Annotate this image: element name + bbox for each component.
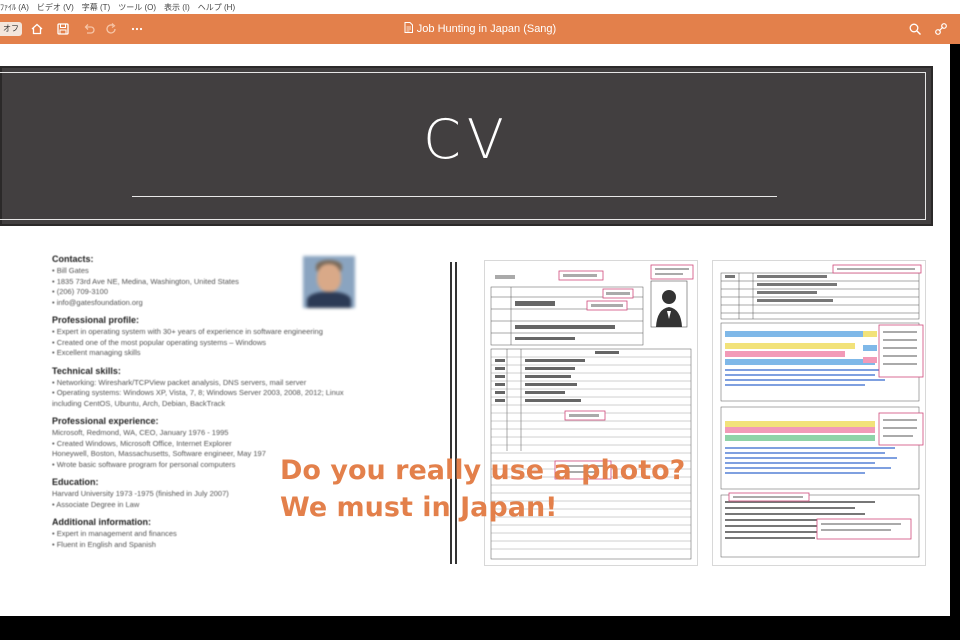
redo-icon[interactable] (100, 18, 122, 40)
cv-section-heading: Technical skills: (52, 365, 121, 376)
document-title: Job Hunting in Japan (Sang) (416, 23, 557, 35)
cv-line: • Expert in operating system with 30+ ye… (52, 327, 323, 336)
cv-line: including CentOS, Ubuntu, Arch, Debian, … (52, 398, 226, 408)
menu-file[interactable]: ﾌｧｲﾙ (A) (0, 2, 29, 13)
cv-line: • Networking: Wireshark/TCPView packet a… (52, 377, 307, 387)
caption-line-2: We must in Japan! (280, 492, 558, 523)
menu-view[interactable]: 表示 (I) (164, 2, 190, 13)
save-icon[interactable] (52, 18, 74, 40)
cv-line: • Fluent in English and Spanish (52, 539, 156, 549)
resume-page2-drawing (720, 264, 924, 558)
slide-caption: Do you really use a photo? We must in Ja… (280, 452, 686, 526)
presentation-slide: CV Contacts: • Bill Gates • 1835 73rd Ave … (0, 44, 950, 616)
cv-line: Microsoft, Redmond, WA, CEO, January 197… (52, 428, 229, 437)
cv-line: • Excellent managing skills (52, 348, 141, 357)
share-icon[interactable] (930, 18, 952, 40)
japanese-resume-form-page2 (712, 260, 926, 566)
cv-line: • Created one of the most popular operat… (52, 337, 266, 347)
undo-icon[interactable] (78, 18, 100, 40)
title-banner: CV (0, 66, 933, 226)
slide-title: CV (423, 108, 510, 171)
menu-tools[interactable]: ツール (O) (118, 2, 156, 13)
menu-help[interactable]: ヘルプ (H) (198, 2, 235, 13)
caption-line-1: Do you really use a photo? (280, 455, 686, 486)
cv-line: • Expert in management and finances (52, 529, 177, 538)
more-icon[interactable] (126, 18, 148, 40)
title-underline (132, 196, 777, 197)
document-icon (404, 22, 413, 36)
home-icon[interactable] (26, 18, 48, 40)
cv-section-heading: Professional profile: (52, 315, 140, 325)
menu-subtitles[interactable]: 字幕 (T) (82, 2, 110, 13)
menu-bar: ﾌｧｲﾙ (A) ビデオ (V) 字幕 (T) ツール (O) 表示 (I) ヘ… (0, 0, 960, 14)
menu-video[interactable]: ビデオ (V) (37, 2, 74, 13)
cv-photo (303, 256, 355, 308)
tab-off[interactable]: オフ (0, 22, 22, 36)
cv-section-heading: Professional experience: (52, 416, 159, 426)
cv-line: • Operating systems: Windows XP, Vista, … (52, 388, 344, 397)
cv-line: • Created Windows, Microsoft Office, Int… (52, 438, 232, 448)
search-icon[interactable] (904, 18, 926, 40)
title-bar: オフ Job Hunting in Japan (Sang) (0, 14, 960, 44)
